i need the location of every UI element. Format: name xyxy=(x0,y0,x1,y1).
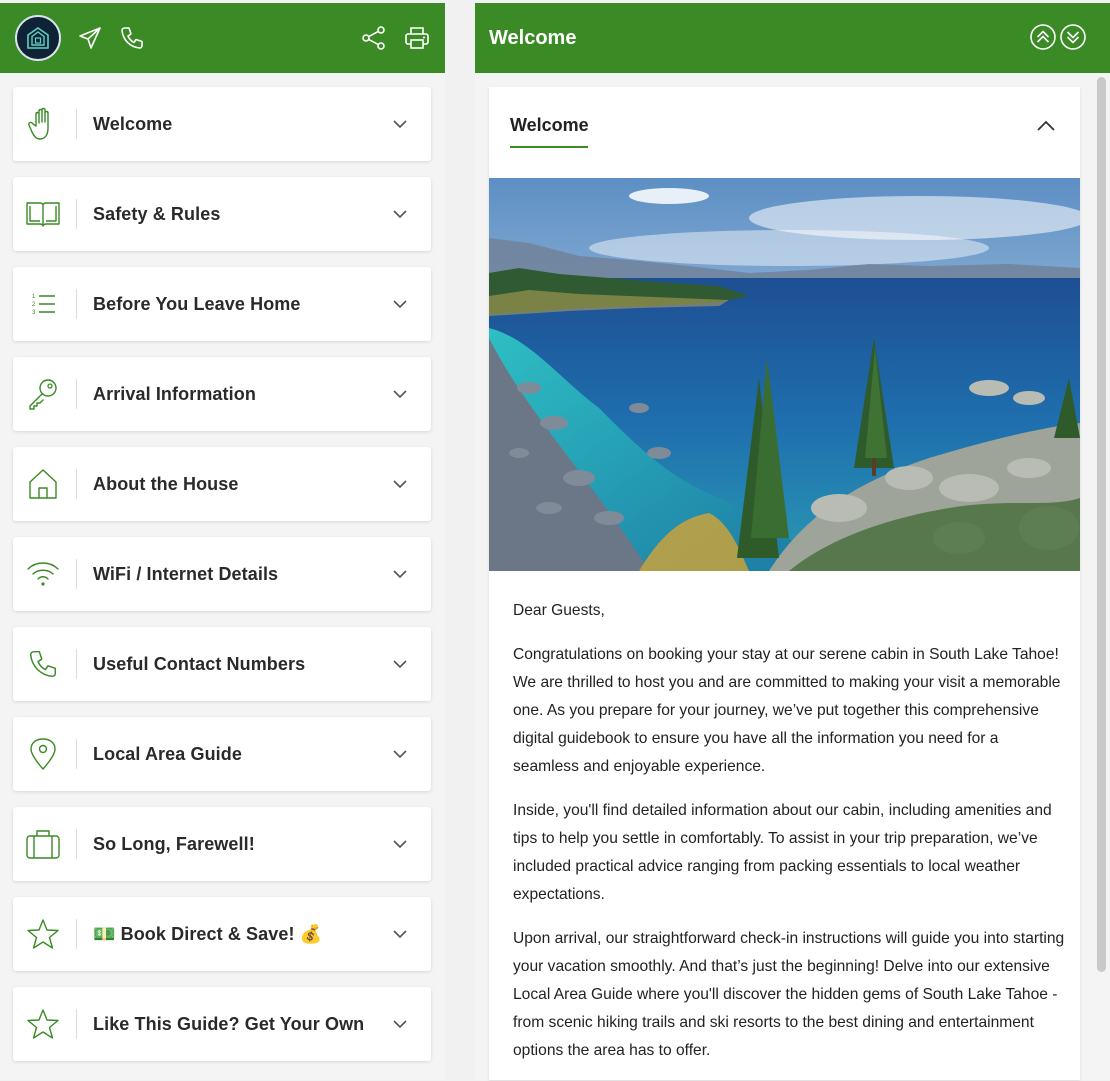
greeting: Dear Guests, xyxy=(513,602,605,619)
svg-text:2: 2 xyxy=(32,302,36,308)
printer-icon[interactable] xyxy=(402,3,432,73)
lake-tahoe-hero-image xyxy=(489,178,1080,571)
chevron-down-icon xyxy=(390,564,410,584)
suitcase-icon xyxy=(25,826,61,862)
welcome-section: Welcome Dear Guests, Congratulations on … xyxy=(489,87,1080,1080)
star-icon xyxy=(25,916,61,952)
menu-divider xyxy=(76,739,77,769)
section-title: Welcome xyxy=(510,115,589,135)
chevron-down-icon xyxy=(390,294,410,314)
menu-divider xyxy=(76,1009,77,1039)
menu-item-label: Welcome xyxy=(93,114,173,134)
menu-item-wifi-internet[interactable]: WiFi / Internet Details xyxy=(13,537,431,611)
paragraph: Upon arrival, our straightforward check-… xyxy=(513,930,1065,1059)
chevron-up-icon xyxy=(1037,120,1055,131)
chevron-down-icon xyxy=(390,834,410,854)
menu-item-label: Useful Contact Numbers xyxy=(93,654,306,674)
menu-item-book-direct[interactable]: 💵 Book Direct & Save! 💰 xyxy=(13,897,431,971)
paragraph: Inside, you'll find detailed information… xyxy=(513,802,1052,903)
menu-item-safety-rules[interactable]: Safety & Rules xyxy=(13,177,431,251)
share-icon[interactable] xyxy=(360,3,388,73)
expand-all-down-button[interactable] xyxy=(1060,24,1086,50)
content-header: Welcome xyxy=(475,3,1110,73)
paragraph: Congratulations on booking your stay at … xyxy=(513,646,1061,775)
menu-divider xyxy=(76,199,77,229)
chevron-down-icon xyxy=(390,384,410,404)
menu-item-label: Before You Leave Home xyxy=(93,294,301,314)
menu-item-welcome[interactable]: Welcome xyxy=(13,87,431,161)
menu-item-label: About the House xyxy=(93,474,239,494)
chevron-down-icon xyxy=(390,114,410,134)
map-pin-icon xyxy=(25,736,61,772)
vertical-scrollbar[interactable] xyxy=(1097,77,1106,972)
guide-sidebar: Welcome Safety & Rules 1 2 3 Before You … xyxy=(0,3,445,1080)
menu-divider xyxy=(76,289,77,319)
menu-item-get-your-own-guide[interactable]: Like This Guide? Get Your Own xyxy=(13,987,431,1061)
menu-item-label: WiFi / Internet Details xyxy=(93,564,279,584)
chevron-down-icon xyxy=(390,744,410,764)
expand-all-up-button[interactable] xyxy=(1030,24,1056,50)
menu-divider xyxy=(76,109,77,139)
key-icon xyxy=(25,376,61,412)
menu-divider xyxy=(76,379,77,409)
phone-icon[interactable] xyxy=(118,3,146,73)
menu-item-label: Local Area Guide xyxy=(93,744,242,764)
panel-title: Welcome xyxy=(489,27,577,49)
menu-item-useful-contact-numbers[interactable]: Useful Contact Numbers xyxy=(13,627,431,701)
double-chevron-up-icon xyxy=(1030,24,1056,50)
home-logo-icon[interactable] xyxy=(15,15,61,61)
menu-item-label: Safety & Rules xyxy=(93,204,221,224)
menu-item-arrival-information[interactable]: Arrival Information xyxy=(13,357,431,431)
wifi-icon xyxy=(25,556,61,592)
menu-item-so-long-farewell[interactable]: So Long, Farewell! xyxy=(13,807,431,881)
menu-divider xyxy=(76,919,77,949)
section-title-underline xyxy=(510,146,588,148)
chevron-down-icon xyxy=(390,1014,410,1034)
content-panel: Welcome Welcome Dear Guests, Congratulat… xyxy=(475,3,1110,1080)
svg-text:3: 3 xyxy=(32,310,36,316)
menu-item-about-the-house[interactable]: About the House xyxy=(13,447,431,521)
svg-text:1: 1 xyxy=(32,294,36,300)
menu-divider xyxy=(76,559,77,589)
sidebar-header xyxy=(0,3,445,73)
double-chevron-down-icon xyxy=(1060,24,1086,50)
menu-divider xyxy=(76,829,77,859)
menu-item-label: Arrival Information xyxy=(93,384,256,404)
send-icon[interactable] xyxy=(76,3,104,73)
welcome-message: Dear Guests, Congratulations on booking … xyxy=(513,597,1066,1081)
menu-divider xyxy=(76,469,77,499)
numbered-list-icon: 1 2 3 xyxy=(25,286,61,322)
star-icon xyxy=(25,1006,61,1042)
menu-item-label: Like This Guide? Get Your Own xyxy=(93,1014,365,1034)
book-icon xyxy=(25,196,61,232)
hand-icon xyxy=(25,106,61,142)
chevron-down-icon xyxy=(390,474,410,494)
phone-icon xyxy=(25,646,61,682)
chevron-down-icon xyxy=(390,924,410,944)
collapse-section-button[interactable] xyxy=(1035,115,1057,137)
menu-item-local-area-guide[interactable]: Local Area Guide xyxy=(13,717,431,791)
menu-item-before-you-leave[interactable]: 1 2 3 Before You Leave Home xyxy=(13,267,431,341)
menu-divider xyxy=(76,649,77,679)
menu-item-label: So Long, Farewell! xyxy=(93,834,255,854)
house-icon xyxy=(25,466,61,502)
menu-item-label: 💵 Book Direct & Save! 💰 xyxy=(93,924,323,944)
chevron-down-icon xyxy=(390,654,410,674)
chevron-down-icon xyxy=(390,204,410,224)
